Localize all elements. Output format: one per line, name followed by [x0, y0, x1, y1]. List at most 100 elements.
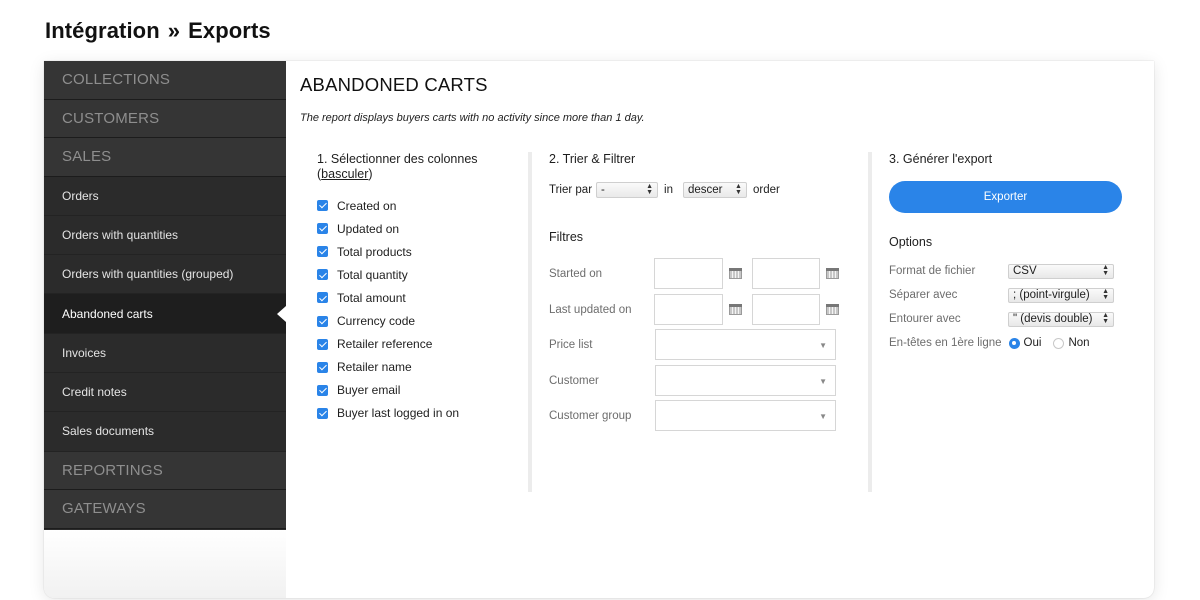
columns-panel: 1. Sélectionner des colonnes (basculer) … — [317, 152, 529, 492]
sidebar-item-credit-notes[interactable]: Credit notes — [44, 372, 286, 413]
option-label: Entourer avec — [889, 313, 961, 325]
column-option[interactable]: Buyer last logged in on — [317, 402, 529, 425]
sidebar-item-sales-documents[interactable]: Sales documents — [44, 412, 286, 452]
column-option-label: Buyer last logged in on — [337, 406, 460, 421]
headers-no-label[interactable]: Non — [1068, 337, 1089, 349]
app-panel: COLLECTIONS CUSTOMERS SALES Orders Order… — [44, 61, 1154, 598]
column-option-label: Created on — [337, 198, 397, 213]
export-button[interactable]: Exporter — [889, 181, 1122, 213]
started-on-from-input[interactable] — [654, 258, 723, 289]
column-option-label: Retailer name — [337, 360, 412, 375]
calendar-icon[interactable] — [826, 304, 839, 315]
filter-price-list: Price list ▼ — [549, 329, 849, 360]
order-select[interactable]: descer ▲ ▼ — [682, 182, 747, 198]
column-option[interactable]: Buyer email — [317, 379, 529, 402]
column-option[interactable]: Updated on — [317, 217, 529, 240]
checkbox-checked[interactable] — [317, 338, 328, 350]
column-option[interactable]: Total amount — [317, 286, 529, 309]
options-heading: Options — [889, 235, 933, 249]
sidebar-section-gateways[interactable]: GATEWAYS — [44, 490, 286, 529]
enclosure-select[interactable]: " (devis double) ▲ ▼ — [1008, 311, 1114, 327]
column-option[interactable]: Currency code — [317, 309, 529, 332]
option-label: Séparer avec — [889, 289, 958, 301]
started-on-to-input[interactable] — [751, 258, 821, 289]
column-option[interactable]: Total quantity — [317, 263, 529, 286]
export-panel: 3. Générer l'export Exporter Options For… — [889, 152, 1129, 492]
column-option[interactable]: Retailer reference — [317, 333, 529, 356]
calendar-icon[interactable] — [826, 268, 839, 279]
sidebar-section-reportings[interactable]: REPORTINGS — [44, 451, 286, 491]
calendar-icon[interactable] — [728, 304, 742, 315]
page-title: Intégration » Exports — [45, 18, 271, 44]
filters-heading: Filtres — [549, 230, 584, 244]
sidebar-item-abandoned-carts[interactable]: Abandoned carts — [44, 294, 286, 334]
sidebar-section-sales[interactable]: SALES — [44, 138, 286, 177]
column-option-label: Total amount — [337, 290, 406, 305]
sort-filter-heading: 2. Trier & Filtrer — [549, 152, 636, 166]
sidebar-item-invoices[interactable]: Invoices — [44, 333, 286, 373]
sidebar-section-customers[interactable]: CUSTOMERS — [44, 99, 286, 138]
select-arrows-icon: ▲ ▼ — [1102, 264, 1109, 277]
option-enclosure: Entourer avec " (devis double) ▲ ▼ — [889, 307, 1129, 331]
main-content: ABANDONED CARTS The report displays buye… — [286, 61, 1154, 598]
last-updated-to-input[interactable] — [751, 294, 821, 325]
filter-label: Customer — [549, 374, 599, 387]
column-option-label: Currency code — [337, 314, 416, 329]
checkbox-checked[interactable] — [317, 384, 328, 396]
sort-by-select[interactable]: - ▲ ▼ — [596, 182, 659, 198]
filter-customer: Customer ▼ — [549, 365, 849, 396]
columns-heading-text: 1. Sélectionner des colonnes — [317, 152, 478, 166]
column-option[interactable]: Retailer name — [317, 356, 529, 379]
last-updated-from-input[interactable] — [654, 294, 723, 325]
sidebar-item-orders-with-quantities-grouped[interactable]: Orders with quantities (grouped) — [44, 255, 286, 295]
sidebar-item-orders-with-quantities[interactable]: Orders with quantities — [44, 215, 286, 256]
option-file-format: Format de fichier CSV ▲ ▼ — [889, 259, 1129, 283]
sidebar: COLLECTIONS CUSTOMERS SALES Orders Order… — [44, 61, 286, 530]
customer-select[interactable]: ▼ — [655, 365, 836, 396]
checkbox-checked[interactable] — [317, 246, 328, 258]
column-option[interactable]: Total products — [317, 240, 529, 263]
checkbox-checked[interactable] — [317, 407, 328, 419]
headers-option: En-têtes en 1ère ligne Oui Non — [889, 337, 1129, 349]
chevron-down-icon: ▼ — [819, 341, 827, 350]
checkbox-checked[interactable] — [317, 292, 328, 304]
chevron-down-icon: ▼ — [819, 377, 827, 386]
filter-label: Last updated on — [549, 303, 632, 316]
sidebar-item-orders[interactable]: Orders — [44, 176, 286, 216]
checkbox-checked[interactable] — [317, 361, 328, 373]
file-format-select[interactable]: CSV ▲ ▼ — [1008, 263, 1114, 279]
customer-group-select[interactable]: ▼ — [655, 400, 836, 431]
option-label: Format de fichier — [889, 265, 976, 277]
filter-customer-group: Customer group ▼ — [549, 400, 849, 431]
column-option-label: Retailer reference — [337, 337, 433, 352]
checkbox-checked[interactable] — [317, 315, 328, 327]
breadcrumb-parent[interactable]: Intégration — [45, 18, 160, 43]
sort-by-label: Trier par — [549, 184, 593, 196]
headers-yes-radio[interactable] — [1008, 337, 1020, 349]
price-list-select[interactable]: ▼ — [655, 329, 836, 360]
calendar-icon[interactable] — [728, 268, 742, 279]
options-list: Format de fichier CSV ▲ ▼ Séparer avec ; (… — [889, 259, 1129, 331]
column-option-label: Buyer email — [337, 383, 401, 398]
filter-label: Customer group — [549, 409, 632, 422]
column-divider — [528, 152, 532, 492]
headers-no-radio[interactable] — [1053, 337, 1065, 349]
select-arrows-icon: ▲ ▼ — [1102, 312, 1109, 325]
toggle-columns-link[interactable]: basculer — [321, 167, 368, 181]
order-value: descer — [687, 184, 723, 196]
headers-yes-label[interactable]: Oui — [1024, 337, 1042, 349]
checkbox-checked[interactable] — [317, 200, 328, 212]
column-option[interactable]: Created on — [317, 194, 529, 217]
file-format-value: CSV — [1013, 265, 1037, 277]
order-label: order — [752, 184, 780, 196]
checkbox-checked[interactable] — [317, 223, 328, 235]
filter-label: Started on — [549, 267, 603, 280]
checkbox-checked[interactable] — [317, 269, 328, 281]
headers-label: En-têtes en 1ère ligne — [889, 337, 1002, 349]
separator-select[interactable]: ; (point-virgule) ▲ ▼ — [1008, 287, 1114, 303]
sort-row: Trier par - ▲ ▼ in descer ▲ ▼ order — [549, 182, 867, 198]
sidebar-section-collections[interactable]: COLLECTIONS — [44, 61, 286, 100]
sort-filter-panel: 2. Trier & Filtrer Trier par - ▲ ▼ in des… — [549, 152, 867, 492]
chevron-down-icon: ▼ — [819, 412, 827, 421]
column-option-label: Total quantity — [337, 267, 408, 282]
